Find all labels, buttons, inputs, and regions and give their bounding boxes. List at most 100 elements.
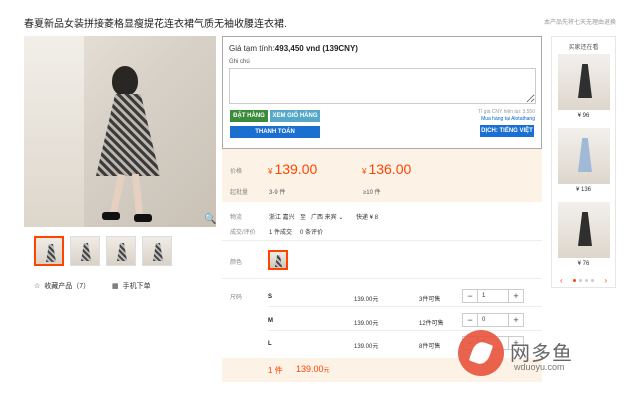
star-icon: ☆ [34, 283, 41, 290]
related-item-2[interactable] [558, 128, 610, 184]
price-tier-1: ¥139.00 [268, 161, 317, 177]
logistics-label: 物流 [230, 215, 243, 221]
quantity-stepper: − 0 + [462, 313, 524, 327]
size-price: 139.00元 [354, 321, 379, 327]
grid-icon: ▦ [112, 283, 119, 290]
size-name: S [268, 294, 273, 300]
mobile-order-button[interactable]: ▦ 手机下单 [112, 281, 151, 291]
pager-dot[interactable] [585, 279, 588, 282]
price-value-2: 136.00 [368, 161, 412, 177]
divider [268, 306, 542, 307]
return-policy-note: 本产品先将七天无理由退换 [543, 20, 616, 26]
estimate-label: Giá tạm tính: [229, 44, 275, 53]
ship-to-value: 广西 来宾 [311, 215, 337, 221]
price-value-1: 139.00 [274, 161, 318, 177]
divider [222, 240, 542, 241]
total-amount: 139.00元 [296, 364, 330, 374]
image-model-head [112, 66, 138, 96]
thumbnail-strip [34, 236, 172, 266]
image-wall [24, 36, 84, 227]
ship-from: 浙江 嘉兴 [269, 215, 295, 221]
total-unit: 元 [323, 368, 330, 374]
chevron-left-icon[interactable]: ‹ [560, 276, 563, 285]
chevron-right-icon[interactable]: › [604, 276, 607, 285]
total-count: 1 件 [268, 366, 283, 375]
pager-dot[interactable] [573, 279, 576, 282]
sidebar-pager: ‹ › [552, 276, 615, 285]
price-tier-2: ¥136.00 [362, 161, 411, 177]
favorite-label: 收藏产品（7） [44, 283, 91, 290]
color-label: 颜色 [230, 260, 243, 266]
note-textarea[interactable] [229, 68, 536, 104]
reviews-count[interactable]: 0 条评价 [300, 227, 323, 236]
pay-button[interactable]: THANH TOÁN [230, 126, 320, 138]
decrement-button[interactable]: − [463, 290, 477, 302]
related-price-1: ¥ 96 [577, 113, 590, 119]
thumbnail-2[interactable] [70, 236, 100, 266]
zoom-icon[interactable]: 🔍 [204, 214, 216, 226]
thumbnail-4[interactable] [142, 236, 172, 266]
related-item-3[interactable] [558, 202, 610, 258]
size-row-m: M 139.00元 12件可售 − 0 + [222, 311, 542, 335]
increment-button[interactable]: + [509, 290, 523, 302]
quantity-input[interactable]: 1 [477, 290, 509, 302]
currency-symbol: ¥ [362, 167, 367, 176]
quantity-stepper: − 1 + [462, 289, 524, 303]
deals-count: 1 件成交 [269, 230, 293, 236]
related-item-1[interactable] [558, 54, 610, 110]
pager-dot[interactable] [579, 279, 582, 282]
note-label: Ghi chú [229, 59, 250, 65]
exchange-rate-text: Tỉ giá CNY hiện tại: 3,550 [478, 109, 535, 115]
size-name: L [268, 341, 272, 347]
related-sidebar: 买家还在看 ¥ 96 ¥ 136 ¥ 76 ‹ › [551, 36, 616, 288]
image-leg [109, 173, 126, 215]
size-price: 139.00元 [354, 344, 379, 350]
deals-label: 成交/评价 [230, 230, 256, 236]
moq-label: 起批量 [230, 190, 249, 196]
translate-button[interactable]: DỊCH: TIẾNG VIỆT [480, 125, 534, 137]
sidebar-title: 买家还在看 [568, 45, 599, 51]
size-row-s: S 139.00元 3件可售 − 1 + [222, 287, 542, 311]
image-shoe [134, 214, 152, 222]
fish-logo-icon [458, 330, 504, 376]
watermark-url: wduoyu.com [514, 362, 565, 372]
related-price-2: ¥ 136 [575, 187, 591, 193]
chevron-down-icon: ⌄ [338, 215, 344, 221]
quantity-input[interactable]: 0 [477, 314, 509, 326]
buy-link[interactable]: Mua hàng tại Alotathang [481, 116, 535, 122]
divider [222, 278, 542, 279]
thumbnail-1[interactable] [34, 236, 64, 266]
favorite-button[interactable]: ☆ 收藏产品（7） [34, 281, 90, 291]
moq-tier-1: 3-9 件 [269, 190, 286, 196]
thumbnail-3[interactable] [106, 236, 136, 266]
increment-button[interactable]: + [509, 314, 523, 326]
pager-dots [573, 276, 594, 285]
product-page: 春夏新品女装拼接菱格显瘦提花连衣裙气质无袖收腰连衣裙. 本产品先将七天无理由退换… [0, 0, 640, 400]
size-name: M [268, 318, 273, 324]
size-stock: 3件可售 [419, 297, 441, 303]
ship-to-prefix: 至 [300, 215, 307, 221]
moq-tier-2: ≥10 件 [363, 190, 381, 196]
decrement-button[interactable]: − [463, 314, 477, 326]
size-stock: 8件可售 [419, 344, 441, 350]
shipping-fee: 快递 ¥ 8 [356, 215, 379, 221]
divider [268, 330, 542, 331]
estimate-price: Giá tạm tính:493,450 vnd (139CNY) [229, 44, 358, 53]
currency-symbol: ¥ [268, 167, 273, 176]
view-cart-button[interactable]: XEM GIỎ HÀNG [270, 110, 320, 122]
main-product-image[interactable] [24, 36, 216, 227]
estimate-value: 493,450 vnd (139CNY) [274, 44, 358, 53]
image-dress [96, 94, 160, 176]
ship-to-select[interactable]: 广西 来宾 ⌄ [311, 212, 343, 221]
size-stock: 12件可售 [419, 321, 444, 327]
product-title: 春夏新品女装拼接菱格显瘦提花连衣裙气质无袖收腰连衣裙. [24, 19, 287, 30]
order-button[interactable]: ĐẶT HÀNG [230, 110, 268, 122]
size-price: 139.00元 [354, 297, 379, 303]
related-price-3: ¥ 76 [577, 261, 590, 267]
total-amount-value: 139.00 [296, 364, 324, 374]
pager-dot[interactable] [591, 279, 594, 282]
image-leg [131, 173, 144, 217]
order-overlay-panel: Giá tạm tính:493,450 vnd (139CNY) Ghi ch… [222, 36, 542, 149]
mobile-order-label: 手机下单 [122, 283, 151, 290]
color-swatch[interactable] [268, 250, 288, 270]
